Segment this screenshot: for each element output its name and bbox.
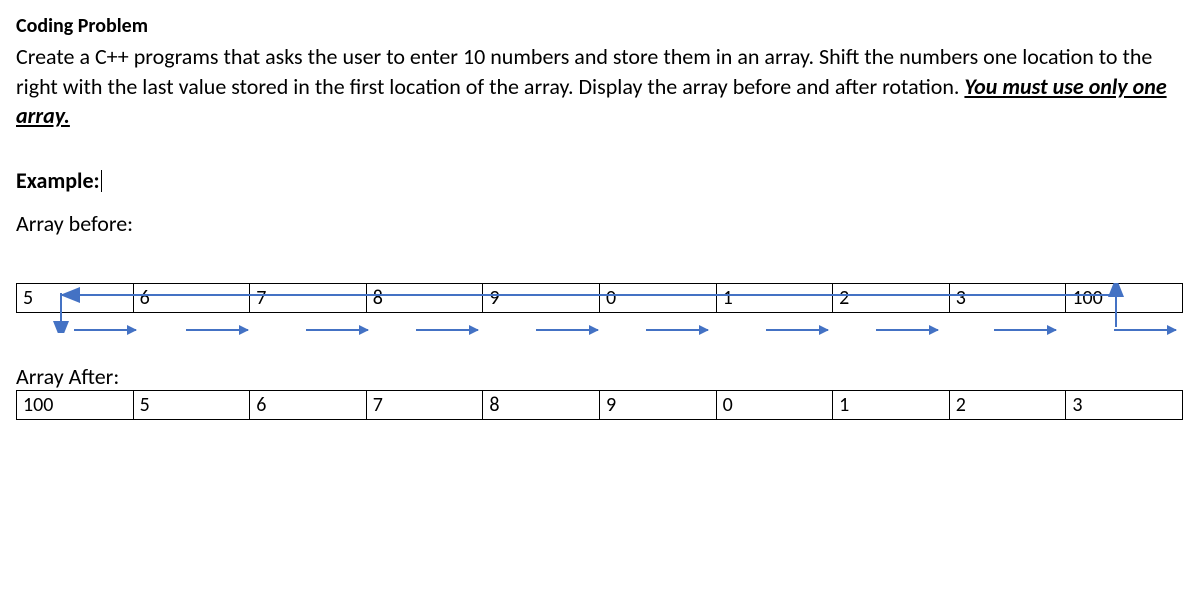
example-label-text: Example: [16,167,100,194]
array-before-row: 567890123100 [16,283,1183,313]
array-before-cell: 100 [1065,284,1182,312]
array-after-cell: 0 [716,391,833,419]
array-before-cell: 3 [949,284,1066,312]
shift-arrows-row [16,317,1181,343]
shift-right-arrow [766,329,828,331]
shift-right-arrow [306,329,368,331]
shift-right-arrow [74,329,136,331]
shift-right-arrow [1114,329,1176,331]
before-diagram: 567890123100 [16,283,1184,343]
array-after-cell: 1 [832,391,949,419]
array-after-label: Array After: [16,363,1184,390]
array-after-cell: 3 [1065,391,1182,419]
array-before-cell: 8 [366,284,483,312]
array-before-cell: 0 [599,284,716,312]
array-after-cell: 6 [249,391,366,419]
array-after-row: 100567890123 [16,390,1183,420]
array-after-cell: 2 [949,391,1066,419]
array-after-cell: 8 [482,391,599,419]
shift-right-arrow [186,329,248,331]
array-before-cell: 9 [482,284,599,312]
array-after-cell: 7 [366,391,483,419]
array-before-cell: 7 [249,284,366,312]
shift-right-arrow [876,329,938,331]
array-before-label: Array before: [16,210,1184,237]
array-before-cell: 2 [832,284,949,312]
text-cursor [101,170,102,192]
array-after-cell: 100 [17,391,133,419]
array-before-cell: 1 [716,284,833,312]
problem-description: Create a C++ programs that asks the user… [16,42,1184,131]
problem-title: Coding Problem [16,14,1184,38]
array-after-cell: 9 [599,391,716,419]
array-before-cell: 6 [133,284,250,312]
array-before-cell: 5 [17,284,133,312]
shift-right-arrow [536,329,598,331]
array-after-cell: 5 [133,391,250,419]
shift-right-arrow [646,329,708,331]
example-heading: Example: [16,167,1184,194]
shift-right-arrow [416,329,478,331]
shift-right-arrow [994,329,1056,331]
